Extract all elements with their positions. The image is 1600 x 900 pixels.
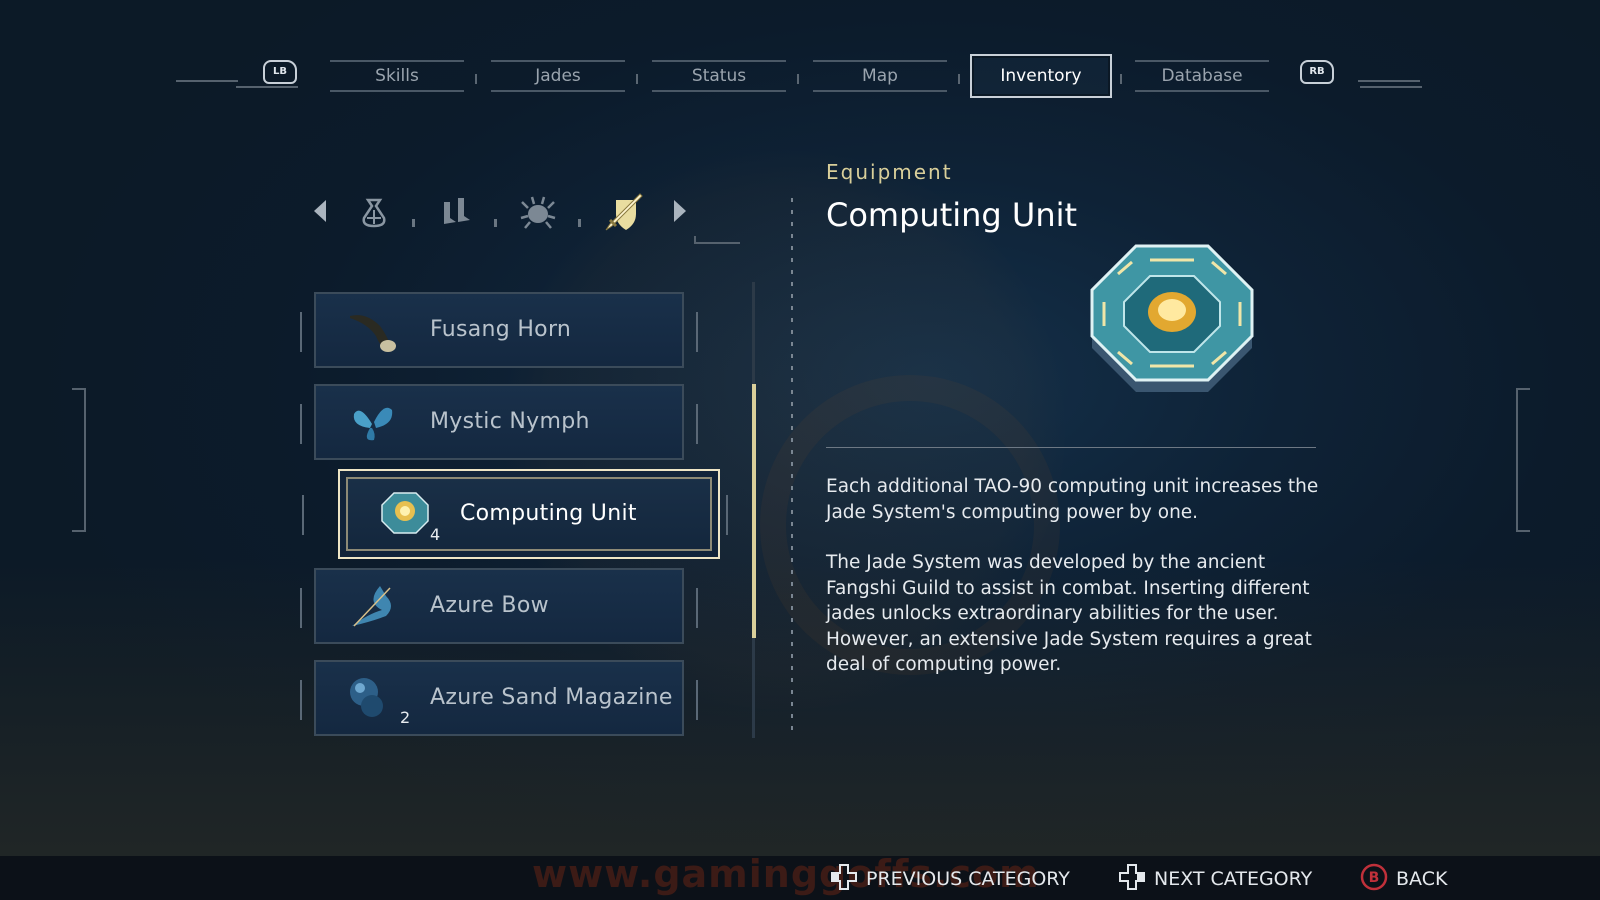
list-item-bracket (300, 588, 302, 628)
computing-unit-icon (378, 489, 432, 539)
item-title: Computing Unit (826, 196, 1078, 234)
tab-separator (1120, 74, 1122, 84)
background-glow (0, 560, 1600, 856)
category-separator (494, 219, 497, 227)
dpad-icon (830, 863, 858, 896)
pouch-icon[interactable] (354, 192, 394, 232)
description-paragraph: Each additional TAO-90 computing unit in… (826, 476, 1319, 523)
tab-separator (475, 74, 477, 84)
list-item-selected[interactable]: Computing Unit 4 (302, 469, 728, 559)
category-ornament-line (694, 242, 740, 244)
next-category-arrow[interactable] (674, 200, 686, 222)
butterfly-icon (346, 398, 400, 448)
top-tab-bar: LB Skills Jades Status Map Inventory Dat… (0, 52, 1600, 98)
description-paragraph: The Jade System was developed by the anc… (826, 552, 1312, 675)
previous-category-label: PREVIOUS CATEGORY (866, 868, 1070, 890)
previous-category-hint[interactable]: PREVIOUS CATEGORY (830, 863, 1070, 896)
bug-icon[interactable] (518, 192, 558, 232)
item-count: 4 (430, 525, 441, 544)
horn-icon (346, 306, 400, 356)
item-count: 2 (400, 708, 411, 727)
item-name: Azure Bow (430, 593, 549, 618)
list-item-bracket (696, 588, 698, 628)
side-ornament-left (72, 388, 86, 532)
tab-status[interactable]: Status (652, 60, 786, 92)
tab-bar-ornament-right-2 (1358, 80, 1420, 82)
list-item[interactable]: Mystic Nymph (300, 384, 698, 460)
list-item-bracket (726, 495, 728, 535)
tab-separator (636, 74, 638, 84)
list-item-bracket (696, 404, 698, 444)
boots-icon[interactable] (436, 192, 476, 232)
back-hint[interactable]: B BACK (1360, 863, 1448, 896)
list-item-bracket (696, 312, 698, 352)
panel-divider (791, 198, 793, 738)
category-ornament-line (694, 236, 696, 244)
list-item-bracket (300, 404, 302, 444)
item-name: Azure Sand Magazine (430, 685, 673, 710)
bow-icon (346, 582, 400, 632)
tab-database[interactable]: Database (1135, 60, 1269, 92)
side-ornament-right (1516, 388, 1530, 532)
item-category-label: Equipment (826, 160, 953, 184)
tab-separator (797, 74, 799, 84)
category-separator (412, 219, 415, 227)
computing-unit-image (1080, 240, 1264, 410)
tab-bar-ornament-left (176, 80, 238, 82)
list-item-bracket (302, 495, 304, 535)
b-button-icon: B (1360, 863, 1388, 896)
list-item-bracket (300, 312, 302, 352)
tab-jades[interactable]: Jades (491, 60, 625, 92)
sword-shield-icon[interactable] (602, 190, 646, 234)
magazine-icon (346, 674, 400, 724)
list-item[interactable]: Azure Bow (300, 568, 698, 644)
b-button-glyph: B (1369, 870, 1380, 886)
lb-bumper-button[interactable]: LB (263, 60, 297, 84)
next-category-label: NEXT CATEGORY (1154, 868, 1313, 890)
item-name: Computing Unit (460, 501, 637, 526)
item-name: Fusang Horn (430, 317, 572, 342)
tab-skills[interactable]: Skills (330, 60, 464, 92)
tab-map[interactable]: Map (813, 60, 947, 92)
next-category-hint[interactable]: NEXT CATEGORY (1118, 863, 1313, 896)
back-label: BACK (1396, 868, 1448, 890)
list-item-bracket (300, 680, 302, 720)
item-description: Each additional TAO-90 computing unit in… (826, 474, 1322, 703)
tab-separator (958, 74, 960, 84)
item-name: Mystic Nymph (430, 409, 590, 434)
category-separator (578, 219, 581, 227)
dpad-icon (1118, 863, 1146, 896)
list-item-bracket (696, 680, 698, 720)
list-item[interactable]: Azure Sand Magazine 2 (300, 660, 698, 736)
scrollbar-thumb[interactable] (752, 384, 756, 638)
tab-bar-ornament-right (1360, 86, 1422, 88)
detail-divider (826, 447, 1316, 448)
list-item[interactable]: Fusang Horn (300, 292, 698, 368)
rb-bumper-button[interactable]: RB (1300, 60, 1334, 84)
tab-bar-ornament-left-2 (236, 86, 298, 88)
prev-category-arrow[interactable] (314, 200, 326, 222)
tab-inventory[interactable]: Inventory (970, 54, 1112, 98)
